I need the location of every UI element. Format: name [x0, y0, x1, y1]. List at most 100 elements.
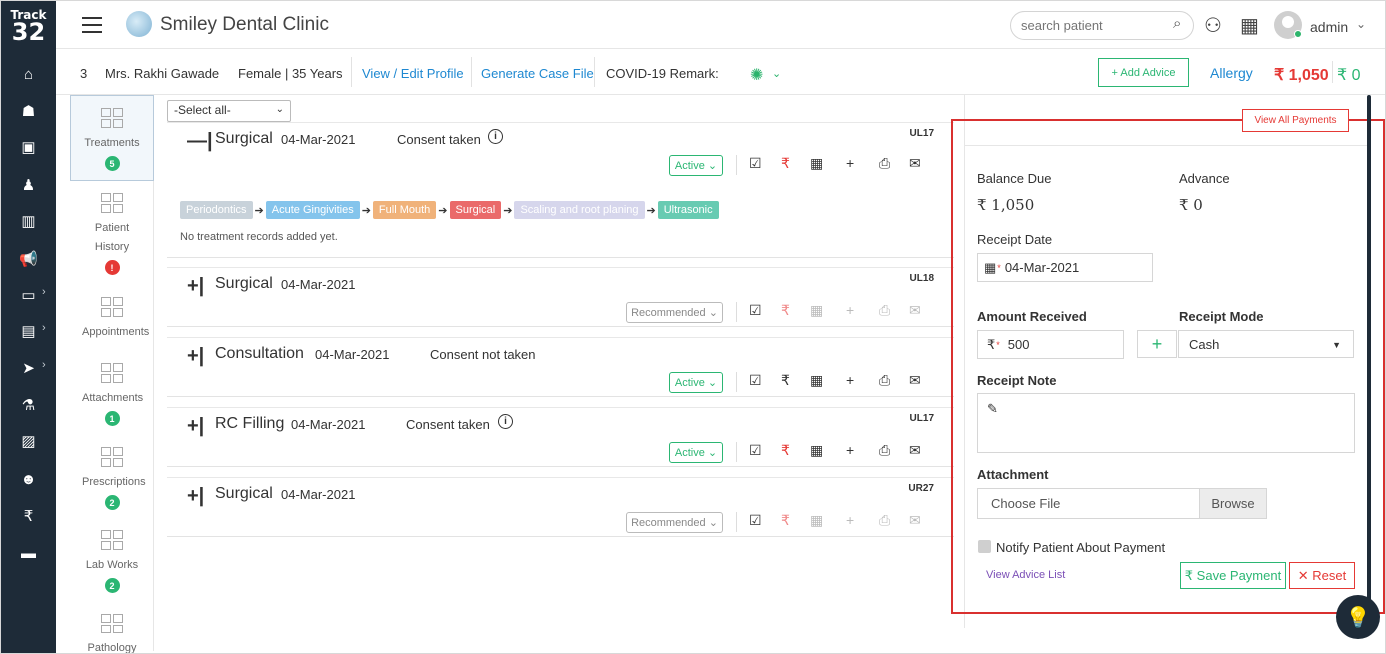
plus-icon[interactable]: +	[846, 372, 854, 388]
status-dropdown[interactable]: Active ⌄	[669, 442, 723, 463]
lightbulb-icon[interactable]: 💡	[1336, 595, 1380, 639]
rupee-icon[interactable]: ₹	[781, 155, 790, 172]
app-window: Track 32 ⌂ ☗ ▣ ♟ ▥ 📢 ▭ › ▤ › ➤ › ⚗ ▨ ☻ ₹ ▬ Smiley Dental…	[0, 0, 1386, 654]
reset-button[interactable]: ✕ Reset	[1289, 562, 1355, 589]
info-icon[interactable]: i	[498, 414, 513, 429]
gallery-icon[interactable]: ▣	[1, 135, 56, 159]
advance-label: Advance	[1179, 171, 1230, 186]
user-name[interactable]: admin	[1310, 19, 1348, 35]
virus-icon[interactable]: ✺	[750, 65, 763, 85]
table-icon[interactable]: ▦	[810, 442, 823, 459]
search-input[interactable]	[1010, 11, 1194, 40]
print-icon[interactable]: ⎙	[879, 512, 890, 529]
amount-received-field[interactable]: ₹ * 500	[977, 330, 1124, 359]
select-all-dropdown[interactable]: -Select all- ⌄	[167, 100, 291, 122]
expand-toggle[interactable]: +|	[187, 415, 204, 438]
mail-icon[interactable]: ✉	[909, 302, 921, 319]
rupee-icon[interactable]: ₹	[781, 442, 790, 459]
treatment-date: 04-Mar-2021	[281, 132, 356, 147]
table-icon[interactable]: ▦	[810, 155, 823, 172]
plus-icon[interactable]: +	[846, 442, 854, 458]
send-icon[interactable]: ➤	[1, 356, 56, 380]
rupee-icon[interactable]: ₹	[781, 302, 790, 319]
clipboard-check-icon[interactable]: ☑	[749, 442, 762, 459]
clipboard-icon[interactable]: ▨	[1, 429, 56, 453]
mail-icon[interactable]: ✉	[909, 155, 921, 172]
clipboard-check-icon[interactable]: ☑	[749, 372, 762, 389]
chevron-down-icon[interactable]: ⌄	[1356, 17, 1366, 31]
table-icon[interactable]: ▦	[810, 372, 823, 389]
notify-checkbox[interactable]	[978, 540, 991, 553]
view-edit-profile-link[interactable]: View / Edit Profile	[362, 66, 464, 81]
plus-icon[interactable]: +	[846, 155, 854, 171]
view-advice-list-link[interactable]: View Advice List	[986, 569, 1065, 581]
mail-icon[interactable]: ✉	[909, 512, 921, 529]
view-all-payments-button[interactable]: View All Payments	[1242, 109, 1349, 132]
user-icon[interactable]: ♟	[1, 173, 56, 197]
mail-icon[interactable]: ✉	[909, 372, 921, 389]
expand-toggle[interactable]: +|	[187, 275, 204, 298]
group-icon[interactable]: ☻	[1, 467, 56, 491]
choose-file-label[interactable]: Choose File	[978, 489, 1199, 518]
status-dropdown[interactable]: Active ⌄	[669, 372, 723, 393]
generate-case-file-link[interactable]: Generate Case File	[481, 66, 594, 81]
allergy-link[interactable]: Allergy	[1210, 65, 1253, 81]
menu-icon[interactable]	[82, 17, 102, 33]
table-icon[interactable]: ▦	[810, 302, 823, 319]
megaphone-icon[interactable]: 📢	[1, 247, 56, 271]
save-payment-button[interactable]: ₹ Save Payment	[1180, 562, 1286, 589]
expand-toggle[interactable]: +|	[187, 485, 204, 508]
library-icon[interactable]: ▥	[1, 209, 56, 233]
expand-toggle[interactable]: —|	[187, 130, 213, 153]
expand-toggle[interactable]: +|	[187, 345, 204, 368]
nav-item-patient-history[interactable]: Patient History!	[70, 181, 154, 285]
document-icon[interactable]: ▤	[1, 319, 56, 343]
print-icon[interactable]: ⎙	[879, 302, 890, 319]
nav-item-prescriptions[interactable]: Prescriptions 2	[70, 435, 154, 518]
nav-item-appointments[interactable]: Appointments	[70, 285, 154, 351]
clipboard-check-icon[interactable]: ☑	[749, 302, 762, 319]
nav-item-treatments[interactable]: Treatments 5	[70, 95, 154, 181]
file-input[interactable]: Choose File Browse	[977, 488, 1267, 519]
receipt-mode-select[interactable]: Cash ▼	[1178, 330, 1354, 358]
add-user-icon[interactable]: ⚇	[1204, 13, 1222, 38]
nav-item-lab-works[interactable]: Lab Works 2	[70, 518, 154, 602]
table-icon[interactable]: ▦	[810, 512, 823, 529]
book-icon[interactable]: ▬	[1, 541, 56, 565]
print-icon[interactable]: ⎙	[879, 372, 890, 389]
rupee-icon[interactable]: ₹	[1, 504, 56, 528]
receipt-date-field[interactable]: ▦ * 04-Mar-2021	[977, 253, 1153, 282]
plus-icon[interactable]: +	[846, 512, 854, 528]
dentist-icon[interactable]: ☗	[1, 99, 56, 123]
status-dropdown[interactable]: Recommended ⌄	[626, 512, 723, 533]
nav-item-pathology[interactable]: Pathology	[70, 602, 154, 653]
clipboard-check-icon[interactable]: ☑	[749, 512, 762, 529]
status-dropdown[interactable]: Recommended ⌄	[626, 302, 723, 323]
patient-gender-age: Female | 35 Years	[238, 66, 343, 81]
tooth-code: UL18	[909, 273, 934, 284]
home-icon[interactable]: ⌂	[1, 62, 56, 86]
add-amount-button[interactable]: +	[1137, 330, 1177, 358]
plus-icon[interactable]: +	[846, 302, 854, 318]
status-dropdown[interactable]: Active ⌄	[669, 155, 723, 176]
rupee-icon[interactable]: ₹	[781, 512, 790, 529]
search-icon[interactable]: ⌕	[1173, 15, 1181, 32]
monitor-icon[interactable]: ▭	[1, 283, 56, 307]
balance-due-label: Balance Due	[977, 171, 1052, 186]
flask-icon[interactable]: ⚗	[1, 393, 56, 417]
clipboard-check-icon[interactable]: ☑	[749, 155, 762, 172]
app-logo[interactable]: Track 32	[1, 9, 56, 44]
info-icon[interactable]: i	[488, 129, 503, 144]
add-advice-button[interactable]: + Add Advice	[1098, 58, 1189, 87]
amount-received-value: 500	[1007, 337, 1030, 352]
print-icon[interactable]: ⎙	[879, 442, 890, 459]
rupee-icon[interactable]: ₹	[781, 372, 790, 389]
calendar-add-icon[interactable]: ▦	[1240, 13, 1259, 38]
print-icon[interactable]: ⎙	[879, 155, 890, 172]
nav-item-attachments[interactable]: Attachments 1	[70, 351, 154, 435]
mail-icon[interactable]: ✉	[909, 442, 921, 459]
scrollbar[interactable]	[1367, 95, 1371, 601]
chevron-down-icon[interactable]: ⌄	[772, 67, 781, 80]
receipt-note-textarea[interactable]: ✎	[977, 393, 1355, 453]
browse-button[interactable]: Browse	[1199, 489, 1266, 518]
